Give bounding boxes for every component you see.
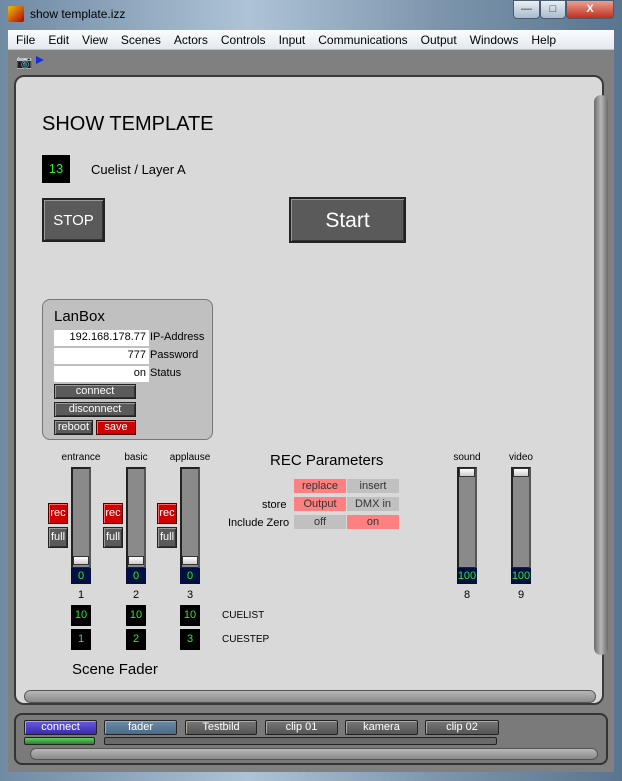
menu-bar: File Edit View Scenes Actors Controls Input Com… [8,30,614,50]
rec-button[interactable]: rec [103,503,123,524]
full-button[interactable]: full [103,527,123,548]
media-fader-track[interactable] [457,467,477,569]
fader-name: basic [124,452,148,463]
ip-address-input[interactable]: 192.168.178.77 [54,330,149,346]
media-fader-value: 100 [511,568,531,584]
minimize-button[interactable]: — [513,0,540,19]
fader-track[interactable] [71,467,91,569]
media-fader-value: 100 [457,568,477,584]
menu-input[interactable]: Input [271,30,311,47]
store-output-option[interactable]: Output [294,497,346,511]
menu-actors[interactable]: Actors [166,30,213,47]
full-button[interactable]: full [48,527,68,548]
store-label: store [262,499,287,511]
connect-indicator [24,737,95,745]
media-fader-number: 8 [463,589,471,601]
maximize-button[interactable]: □ [540,0,566,19]
layer-label: Cuelist / Layer A [91,162,186,177]
scene-button[interactable]: fader [104,720,177,735]
password-input[interactable]: 777 [54,348,149,364]
save-button[interactable]: save [96,420,136,435]
rec-parameters-title: REC Parameters [270,452,384,469]
window-title: show template.izz [30,7,126,21]
scene-fader-label: Scene Fader [72,661,158,678]
page-title: SHOW TEMPLATE [42,113,214,135]
fader-number: 2 [132,589,140,601]
fader-thumb[interactable] [73,556,89,565]
camera-icon[interactable]: 📷 [16,54,32,70]
menu-scenes[interactable]: Scenes [113,30,166,47]
app-icon [8,6,24,22]
include-zero-off-option[interactable]: off [294,515,346,529]
fader-name: entrance [61,452,101,463]
fader-number: 1 [77,589,85,601]
cuelist-value: 10 [126,605,146,626]
include-zero-on-option[interactable]: on [347,515,399,529]
connect-button[interactable]: connect [54,384,136,399]
menu-file[interactable]: File [8,30,40,47]
fader-value: 0 [126,568,146,584]
insert-option[interactable]: insert [347,479,399,493]
fader-thumb[interactable] [128,556,144,565]
scene-button[interactable]: clip 01 [265,720,338,735]
reboot-button[interactable]: reboot [54,420,93,435]
cuelist-value: 10 [180,605,200,626]
fader-value: 0 [71,568,91,584]
menu-controls[interactable]: Controls [213,30,271,47]
layer-number: 13 [42,155,70,183]
ip-address-label: IP-Address [150,331,205,343]
title-bar: show template.izz — □ X [0,0,622,30]
cuelist-value: 10 [71,605,91,626]
menu-view[interactable]: View [74,30,113,47]
store-dmx-in-option[interactable]: DMX in [347,497,399,511]
play-icon[interactable] [36,56,44,64]
fader-value: 0 [180,568,200,584]
menu-communications[interactable]: Communications [310,30,412,47]
vertical-scrollbar[interactable] [594,95,608,655]
menu-output[interactable]: Output [413,30,462,47]
media-fader-name: video [509,452,533,463]
scene-button[interactable]: kamera [345,720,418,735]
scene-button[interactable]: clip 02 [425,720,499,735]
status-label: Status [150,367,182,379]
bottom-horizontal-scrollbar[interactable] [30,748,598,760]
scene-button[interactable]: connect [24,720,97,735]
fader-track[interactable] [126,467,146,569]
fader-thumb[interactable] [182,556,198,565]
stop-button[interactable]: STOP [42,198,105,242]
media-fader-thumb[interactable] [513,468,529,477]
rec-button[interactable]: rec [157,503,177,524]
cuelist-label: CUELIST [222,610,265,621]
fader-number: 3 [186,589,194,601]
media-fader-thumb[interactable] [459,468,475,477]
close-button[interactable]: X [566,0,614,19]
cuestep-label: CUESTEP [222,634,270,645]
menu-windows[interactable]: Windows [462,30,524,47]
media-fader-track[interactable] [511,467,531,569]
scene-button[interactable]: Testbild [185,720,257,735]
media-fader-name: sound [453,452,481,463]
menu-edit[interactable]: Edit [40,30,74,47]
disconnect-button[interactable]: disconnect [54,402,136,417]
fader-progress-bar [104,737,497,745]
include-zero-label: Include Zero [228,517,290,529]
fader-name: applause [169,452,211,463]
replace-option[interactable]: replace [294,479,346,493]
horizontal-scrollbar[interactable] [24,690,596,703]
status-field: on [54,366,149,382]
start-button[interactable]: Start [289,197,406,243]
cuestep-value: 2 [126,629,146,650]
password-label: Password [150,349,199,361]
rec-button[interactable]: rec [48,503,68,524]
cuestep-value: 1 [71,629,91,650]
lanbox-title: LanBox [54,308,105,325]
cuestep-value: 3 [180,629,200,650]
media-fader-number: 9 [517,589,525,601]
fader-track[interactable] [180,467,200,569]
menu-help[interactable]: Help [523,30,561,47]
full-button[interactable]: full [157,527,177,548]
